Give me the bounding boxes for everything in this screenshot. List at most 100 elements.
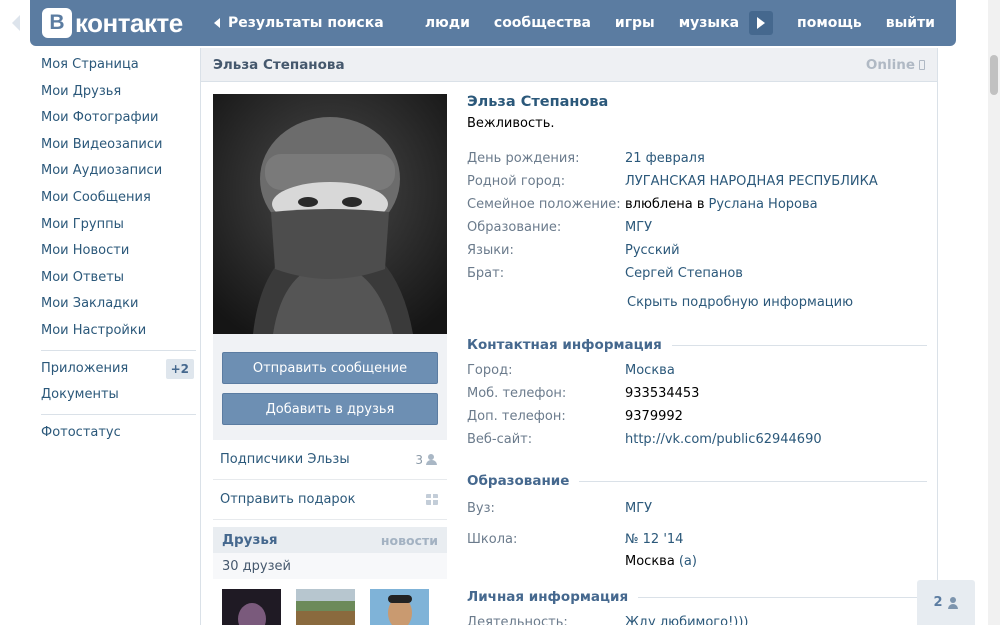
followers-link[interactable]: Подписчики Эльзы 3: [213, 440, 447, 480]
hometown-link[interactable]: ЛУГАНСКАЯ НАРОДНАЯ РЕСПУБЛИКА: [625, 174, 878, 189]
page-scrollbar[interactable]: [988, 0, 1000, 625]
arrow-left-icon: [214, 18, 220, 28]
menu-my-bookmarks[interactable]: Мои Закладки: [31, 291, 196, 318]
top-nav: люди сообщества игры музыка помощь выйти: [401, 0, 935, 46]
info-row-city: Город: Москва: [467, 359, 927, 382]
online-status: Online: [866, 57, 925, 73]
family-status: влюблена в: [625, 197, 705, 212]
education-info: Вуз: МГУ Школа: № 12 '14 Москва (а): [467, 497, 927, 571]
info-row-school-city: Москва (а): [467, 551, 927, 571]
section-divider: [579, 480, 927, 482]
online-label: Online: [865, 56, 915, 73]
menu-my-messages[interactable]: Мои Сообщения: [31, 185, 196, 212]
info-key: Родной город:: [467, 174, 566, 189]
friends-block-header: Друзья новости: [213, 527, 447, 553]
info-key: Деятельность:: [467, 615, 568, 625]
friend-avatar[interactable]: [296, 589, 355, 625]
profile-panel: Эльза Степанова Online Отправить сообщен…: [200, 48, 938, 625]
menu-divider: [41, 413, 196, 415]
vk-logo[interactable]: В контакте: [42, 7, 183, 39]
menu-apps[interactable]: Приложения +2: [31, 356, 196, 383]
info-row-university: Вуз: МГУ: [467, 497, 927, 520]
scrollbar-thumb[interactable]: [990, 55, 998, 95]
nav-logout[interactable]: выйти: [886, 15, 935, 31]
top-header: В контакте Результаты поиска люди сообще…: [30, 0, 956, 46]
university-link[interactable]: МГУ: [625, 501, 652, 516]
menu-my-friends[interactable]: Мои Друзья: [31, 79, 196, 106]
website-link[interactable]: http://vk.com/public62944690: [625, 432, 822, 447]
photo-column: Отправить сообщение Добавить в друзья По…: [213, 94, 447, 625]
profile-info: Эльза Степанова Вежливость. День рождени…: [467, 94, 927, 625]
activity-link[interactable]: Жду любимого!))): [625, 615, 749, 625]
mobile-phone: 933534453: [625, 386, 700, 401]
info-key: Брат:: [467, 266, 505, 281]
info-row-phone: Доп. телефон: 9379992: [467, 405, 927, 428]
hide-details-link[interactable]: Скрыть подробную информацию: [627, 295, 927, 315]
contacts-section-header: Контактная информация: [467, 335, 927, 355]
partner-link[interactable]: Руслана Норова: [709, 197, 818, 212]
mobile-icon: [919, 59, 925, 70]
education-link[interactable]: МГУ: [625, 220, 652, 235]
basic-info: День рождения: 21 февраля Родной город: …: [467, 147, 927, 285]
menu-photostatus[interactable]: Фотостатус: [31, 420, 196, 447]
send-gift-link[interactable]: Отправить подарок: [213, 480, 447, 520]
play-icon[interactable]: [749, 11, 774, 35]
menu-my-photos[interactable]: Мои Фотографии: [31, 105, 196, 132]
info-row-family: Семейное положение: влюблена в Руслана Н…: [467, 193, 927, 216]
menu-my-audio[interactable]: Мои Аудиозаписи: [31, 158, 196, 185]
info-row-website: Веб-сайт: http://vk.com/public62944690: [467, 428, 927, 451]
section-title: Образование: [467, 473, 570, 489]
menu-apps-label: Приложения: [41, 360, 129, 376]
menu-documents[interactable]: Документы: [31, 382, 196, 409]
info-row-mobile: Моб. телефон: 933534453: [467, 382, 927, 405]
nav-communities[interactable]: сообщества: [494, 15, 591, 31]
info-key: Семейное положение:: [467, 197, 621, 212]
profile-header: Эльза Степанова Online: [201, 48, 937, 82]
info-key: Моб. телефон:: [467, 386, 567, 401]
personal-info: Деятельность: Жду любимого!))): [467, 611, 927, 625]
section-title: Личная информация: [467, 589, 629, 605]
personal-section-header: Личная информация: [467, 587, 927, 607]
collapse-tab-icon[interactable]: [12, 8, 30, 38]
info-key: Веб-сайт:: [467, 432, 533, 447]
info-row-languages: Языки: Русский: [467, 239, 927, 262]
info-row-hometown: Родной город: ЛУГАНСКАЯ НАРОДНАЯ РЕСПУБЛ…: [467, 170, 927, 193]
nav-music[interactable]: музыка: [679, 15, 739, 31]
friends-news-link[interactable]: новости: [381, 533, 438, 548]
education-section-header: Образование: [467, 471, 927, 491]
menu-my-settings[interactable]: Мои Настройки: [31, 318, 196, 345]
info-key: День рождения:: [467, 151, 580, 166]
followers-count: 3: [415, 453, 438, 467]
friend-avatar[interactable]: [222, 589, 281, 625]
friend-avatar[interactable]: [370, 589, 429, 625]
people-icon: [426, 454, 438, 465]
add-friend-button[interactable]: Добавить в друзья: [222, 393, 438, 425]
apps-badge: +2: [165, 358, 194, 379]
profile-name: Эльза Степанова: [467, 94, 609, 110]
school-link[interactable]: № 12 '14: [625, 532, 683, 547]
nav-help[interactable]: помощь: [797, 15, 862, 31]
profile-avatar[interactable]: [213, 94, 447, 334]
info-row-education: Образование: МГУ: [467, 216, 927, 239]
send-message-button[interactable]: Отправить сообщение: [222, 352, 438, 384]
info-row-birthday: День рождения: 21 февраля: [467, 147, 927, 170]
menu-my-page[interactable]: Моя Страница: [31, 52, 196, 79]
menu-my-news[interactable]: Мои Новости: [31, 238, 196, 265]
profile-actions: Отправить сообщение Добавить в друзья: [213, 334, 447, 440]
menu-my-groups[interactable]: Мои Группы: [31, 212, 196, 239]
brother-link[interactable]: Сергей Степанов: [625, 266, 743, 281]
nav-games[interactable]: игры: [615, 15, 655, 31]
birthday-link[interactable]: 21 февраля: [625, 151, 705, 166]
nav-people[interactable]: люди: [425, 15, 470, 31]
friends-title[interactable]: Друзья: [222, 532, 278, 548]
menu-my-videos[interactable]: Мои Видеозаписи: [31, 132, 196, 159]
left-menu: Моя Страница Мои Друзья Мои Фотографии М…: [31, 52, 196, 446]
school-class-link[interactable]: (а): [679, 554, 697, 569]
friends-online-widget[interactable]: 2: [917, 580, 975, 625]
language-link[interactable]: Русский: [625, 243, 680, 258]
followers-count-value: 3: [415, 452, 423, 467]
menu-my-answers[interactable]: Мои Ответы: [31, 265, 196, 292]
city-link[interactable]: Москва: [625, 363, 675, 378]
section-divider: [638, 596, 927, 598]
back-to-search-link[interactable]: Результаты поиска: [214, 0, 384, 46]
